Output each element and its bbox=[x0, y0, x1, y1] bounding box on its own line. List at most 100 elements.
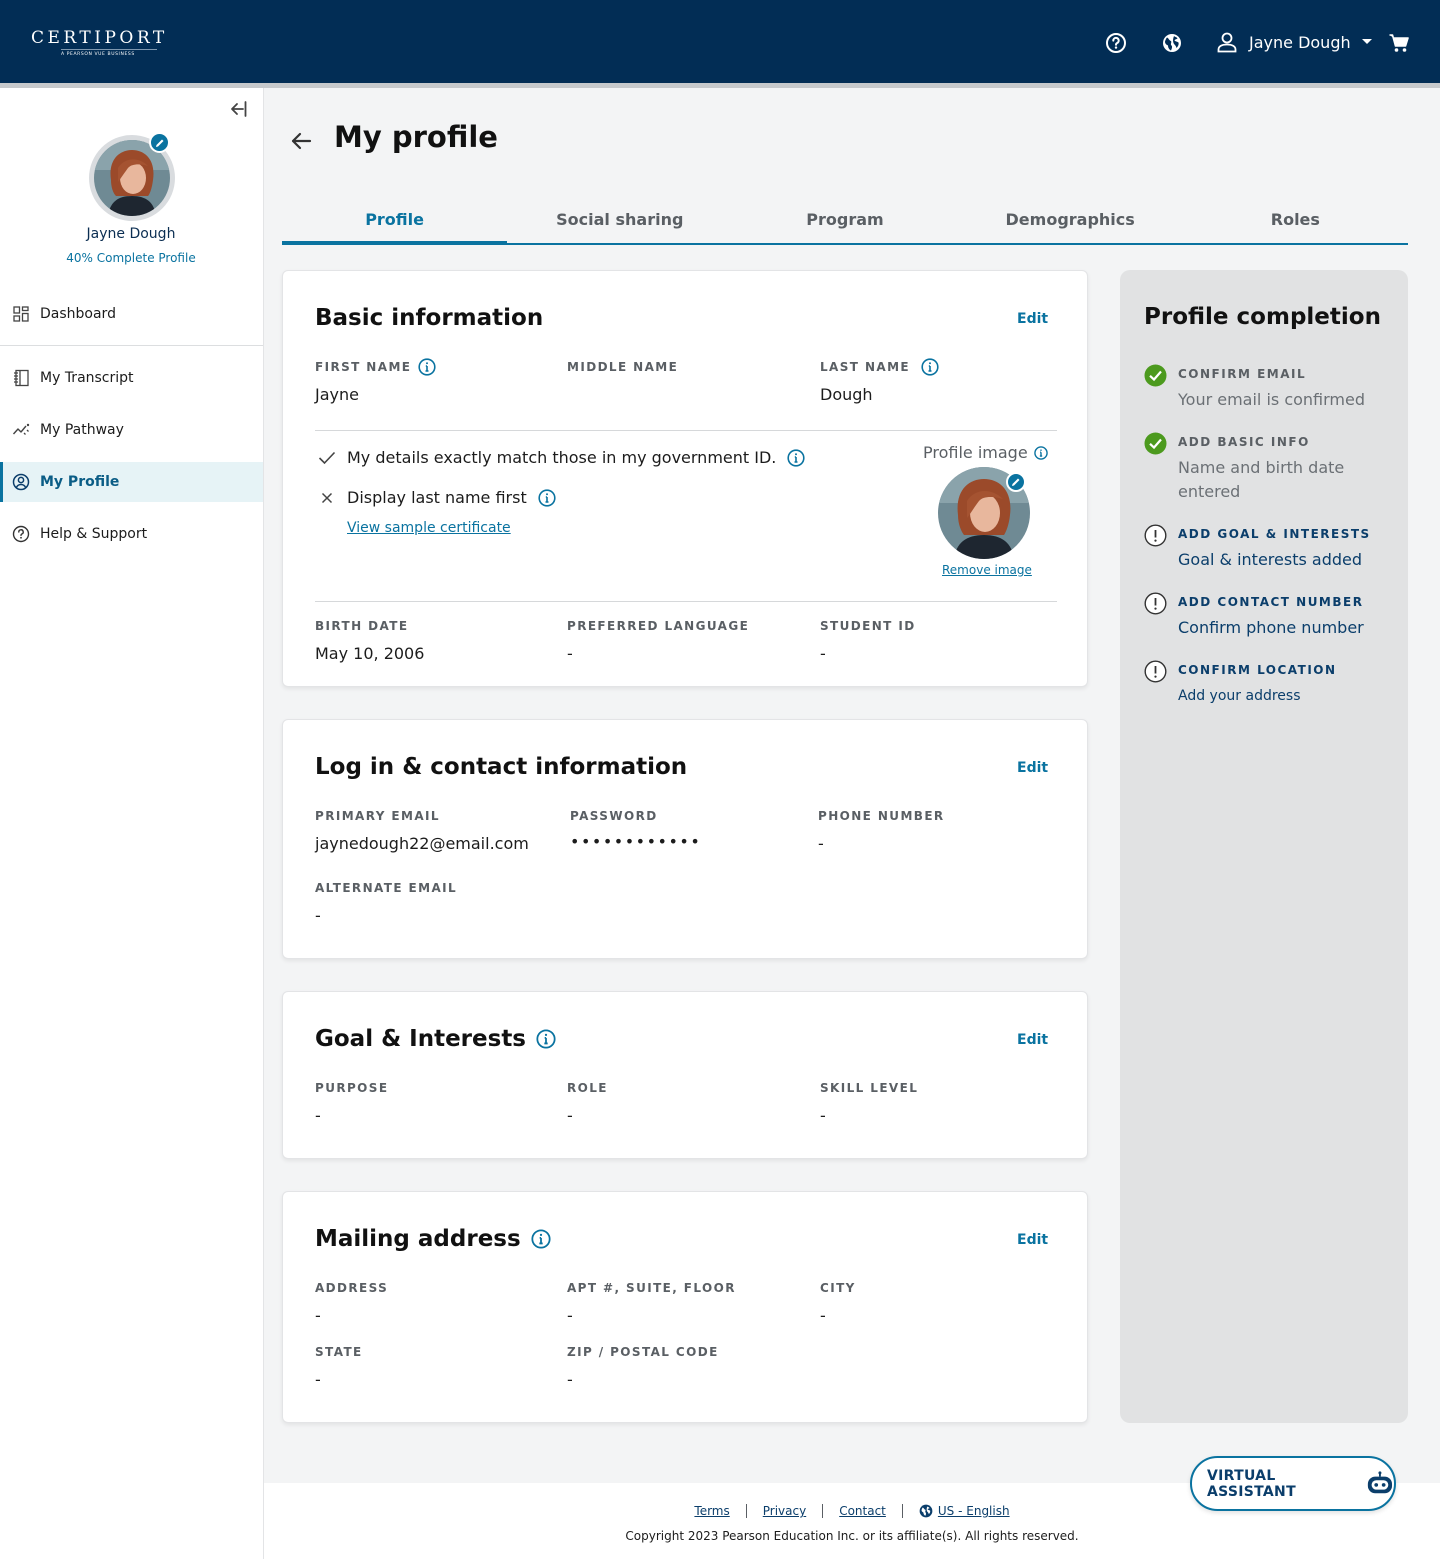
step-description: Add your address bbox=[1178, 688, 1301, 704]
transcript-icon bbox=[14, 369, 29, 387]
apt-suite-label: APT #, SUITE, FLOOR bbox=[567, 1281, 736, 1295]
collapse-sidebar-icon[interactable] bbox=[226, 98, 248, 120]
help-icon bbox=[12, 525, 30, 543]
cart-icon[interactable] bbox=[1388, 32, 1410, 54]
sidebar: Jayne Dough 40% Complete Profile Dashboa… bbox=[0, 88, 264, 1559]
privacy-link[interactable]: Privacy bbox=[763, 1504, 806, 1518]
birth-date-label: BIRTH DATE bbox=[315, 619, 409, 633]
user-menu[interactable]: Jayne Dough bbox=[1216, 31, 1373, 53]
middle-name-label: MIDDLE NAME bbox=[567, 360, 679, 374]
edit-avatar-button[interactable] bbox=[149, 132, 170, 153]
profile-image-label: Profile image bbox=[923, 443, 1048, 462]
user-name: Jayne Dough bbox=[1249, 32, 1351, 52]
tab-social-sharing[interactable]: Social sharing bbox=[507, 198, 732, 243]
help-icon[interactable] bbox=[1105, 32, 1127, 54]
basic-information-card: Basic information Edit FIRST NAME Jayne … bbox=[282, 270, 1088, 687]
tab-program[interactable]: Program bbox=[732, 198, 957, 243]
zip-value: - bbox=[567, 1370, 573, 1389]
contact-information-card: Log in & contact information Edit PRIMAR… bbox=[282, 719, 1088, 959]
copyright-text: Copyright 2023 Pearson Education Inc. or… bbox=[625, 1529, 1079, 1543]
sidebar-item-dashboard[interactable]: Dashboard bbox=[0, 294, 263, 334]
info-icon[interactable] bbox=[538, 488, 556, 507]
preferred-language-value: - bbox=[567, 644, 573, 663]
footer-separator bbox=[745, 1504, 747, 1518]
top-bar: CERTIPORT A PEARSON VUE BUSINESS Jayne D… bbox=[0, 0, 1440, 83]
alert-circle-icon bbox=[1144, 592, 1167, 615]
tab-roles[interactable]: Roles bbox=[1183, 198, 1408, 243]
sidebar-item-help[interactable]: Help & Support bbox=[0, 514, 263, 554]
info-icon[interactable] bbox=[787, 448, 805, 467]
edit-goals-button[interactable]: Edit bbox=[1017, 1032, 1048, 1048]
state-value: - bbox=[315, 1370, 321, 1389]
footer-separator bbox=[822, 1504, 824, 1518]
step-description: Goal & interests added bbox=[1178, 550, 1363, 569]
profile-icon bbox=[12, 473, 30, 491]
info-icon[interactable] bbox=[921, 358, 939, 376]
step-description: Confirm phone number bbox=[1178, 618, 1364, 637]
zip-label: ZIP / POSTAL CODE bbox=[567, 1345, 719, 1359]
dashboard-icon bbox=[13, 306, 29, 322]
terms-link[interactable]: Terms bbox=[694, 1504, 729, 1518]
footer-separator bbox=[901, 1504, 903, 1518]
alert-circle-icon bbox=[1144, 660, 1167, 683]
view-sample-certificate-link[interactable]: View sample certificate bbox=[347, 520, 511, 536]
x-icon bbox=[315, 492, 339, 504]
info-icon[interactable] bbox=[1033, 445, 1048, 460]
info-icon[interactable] bbox=[418, 358, 436, 376]
divider bbox=[315, 601, 1057, 602]
edit-basic-info-button[interactable]: Edit bbox=[1017, 311, 1048, 327]
goal-interests-card: Goal & Interests Edit PURPOSE - ROLE - S… bbox=[282, 991, 1088, 1159]
sidebar-user-name: Jayne Dough bbox=[86, 226, 176, 242]
info-icon[interactable] bbox=[531, 1229, 551, 1249]
card-title: Goal & Interests bbox=[315, 1026, 556, 1052]
card-title-text: Basic information bbox=[315, 305, 544, 331]
sidebar-divider bbox=[0, 345, 263, 346]
robot-icon bbox=[1367, 1470, 1393, 1493]
virtual-assistant-button[interactable]: VIRTUAL ASSISTANT bbox=[1190, 1456, 1396, 1511]
card-title: Basic information bbox=[315, 305, 543, 331]
page-title: My profile bbox=[334, 120, 498, 154]
last-name-first-row: Display last name first bbox=[315, 488, 556, 507]
alternate-email-label: ALTERNATE EMAIL bbox=[315, 881, 458, 895]
preferred-language-label: PREFERRED LANGUAGE bbox=[567, 619, 750, 633]
edit-profile-image-button[interactable] bbox=[1006, 472, 1026, 492]
edit-contact-info-button[interactable]: Edit bbox=[1017, 760, 1048, 776]
remove-image-link[interactable]: Remove image bbox=[942, 563, 1032, 577]
purpose-label: PURPOSE bbox=[315, 1081, 389, 1095]
profile-completion-text[interactable]: 40% Complete Profile bbox=[0, 251, 262, 265]
tab-demographics[interactable]: Demographics bbox=[958, 198, 1183, 243]
password-value: •••••••••••• bbox=[570, 832, 702, 851]
completion-title: Profile completion bbox=[1144, 304, 1381, 330]
first-name-label: FIRST NAME bbox=[315, 358, 436, 376]
check-circle-icon bbox=[1144, 432, 1167, 455]
card-title-text: Goal & Interests bbox=[315, 1026, 526, 1052]
last-name-value: Dough bbox=[820, 385, 873, 404]
back-arrow-icon[interactable] bbox=[288, 128, 314, 154]
contact-link[interactable]: Contact bbox=[839, 1504, 886, 1518]
edit-mailing-address-button[interactable]: Edit bbox=[1017, 1232, 1048, 1248]
state-label: STATE bbox=[315, 1345, 363, 1359]
last-name-label: LAST NAME bbox=[820, 358, 939, 376]
student-id-label: STUDENT ID bbox=[820, 619, 916, 633]
birth-date-value: May 10, 2006 bbox=[315, 644, 425, 663]
sidebar-item-profile[interactable]: My Profile bbox=[0, 462, 263, 502]
certiport-logo[interactable]: CERTIPORT A PEARSON VUE BUSINESS bbox=[31, 28, 168, 57]
tab-profile[interactable]: Profile bbox=[282, 198, 508, 245]
alert-circle-icon bbox=[1144, 524, 1167, 547]
skill-level-label: SKILL LEVEL bbox=[820, 1081, 919, 1095]
primary-email-label: PRIMARY EMAIL bbox=[315, 809, 440, 823]
step-title: ADD CONTACT NUMBER bbox=[1178, 595, 1364, 609]
info-icon[interactable] bbox=[536, 1029, 556, 1049]
sidebar-item-label: My Transcript bbox=[40, 370, 134, 386]
sidebar-item-pathway[interactable]: My Pathway bbox=[0, 410, 263, 450]
card-title: Log in & contact information bbox=[315, 754, 688, 780]
sidebar-item-transcript[interactable]: My Transcript bbox=[0, 358, 263, 398]
check-circle-icon bbox=[1144, 364, 1167, 387]
sidebar-item-label: Dashboard bbox=[40, 306, 116, 322]
pathway-icon bbox=[12, 423, 30, 435]
globe-icon[interactable] bbox=[1161, 32, 1183, 54]
address-label: ADDRESS bbox=[315, 1281, 389, 1295]
step-description: Name and birth date entered bbox=[1178, 458, 1345, 501]
language-selector-link[interactable]: US - English bbox=[938, 1504, 1010, 1518]
logo-subtext: A PEARSON VUE BUSINESS bbox=[61, 49, 157, 57]
